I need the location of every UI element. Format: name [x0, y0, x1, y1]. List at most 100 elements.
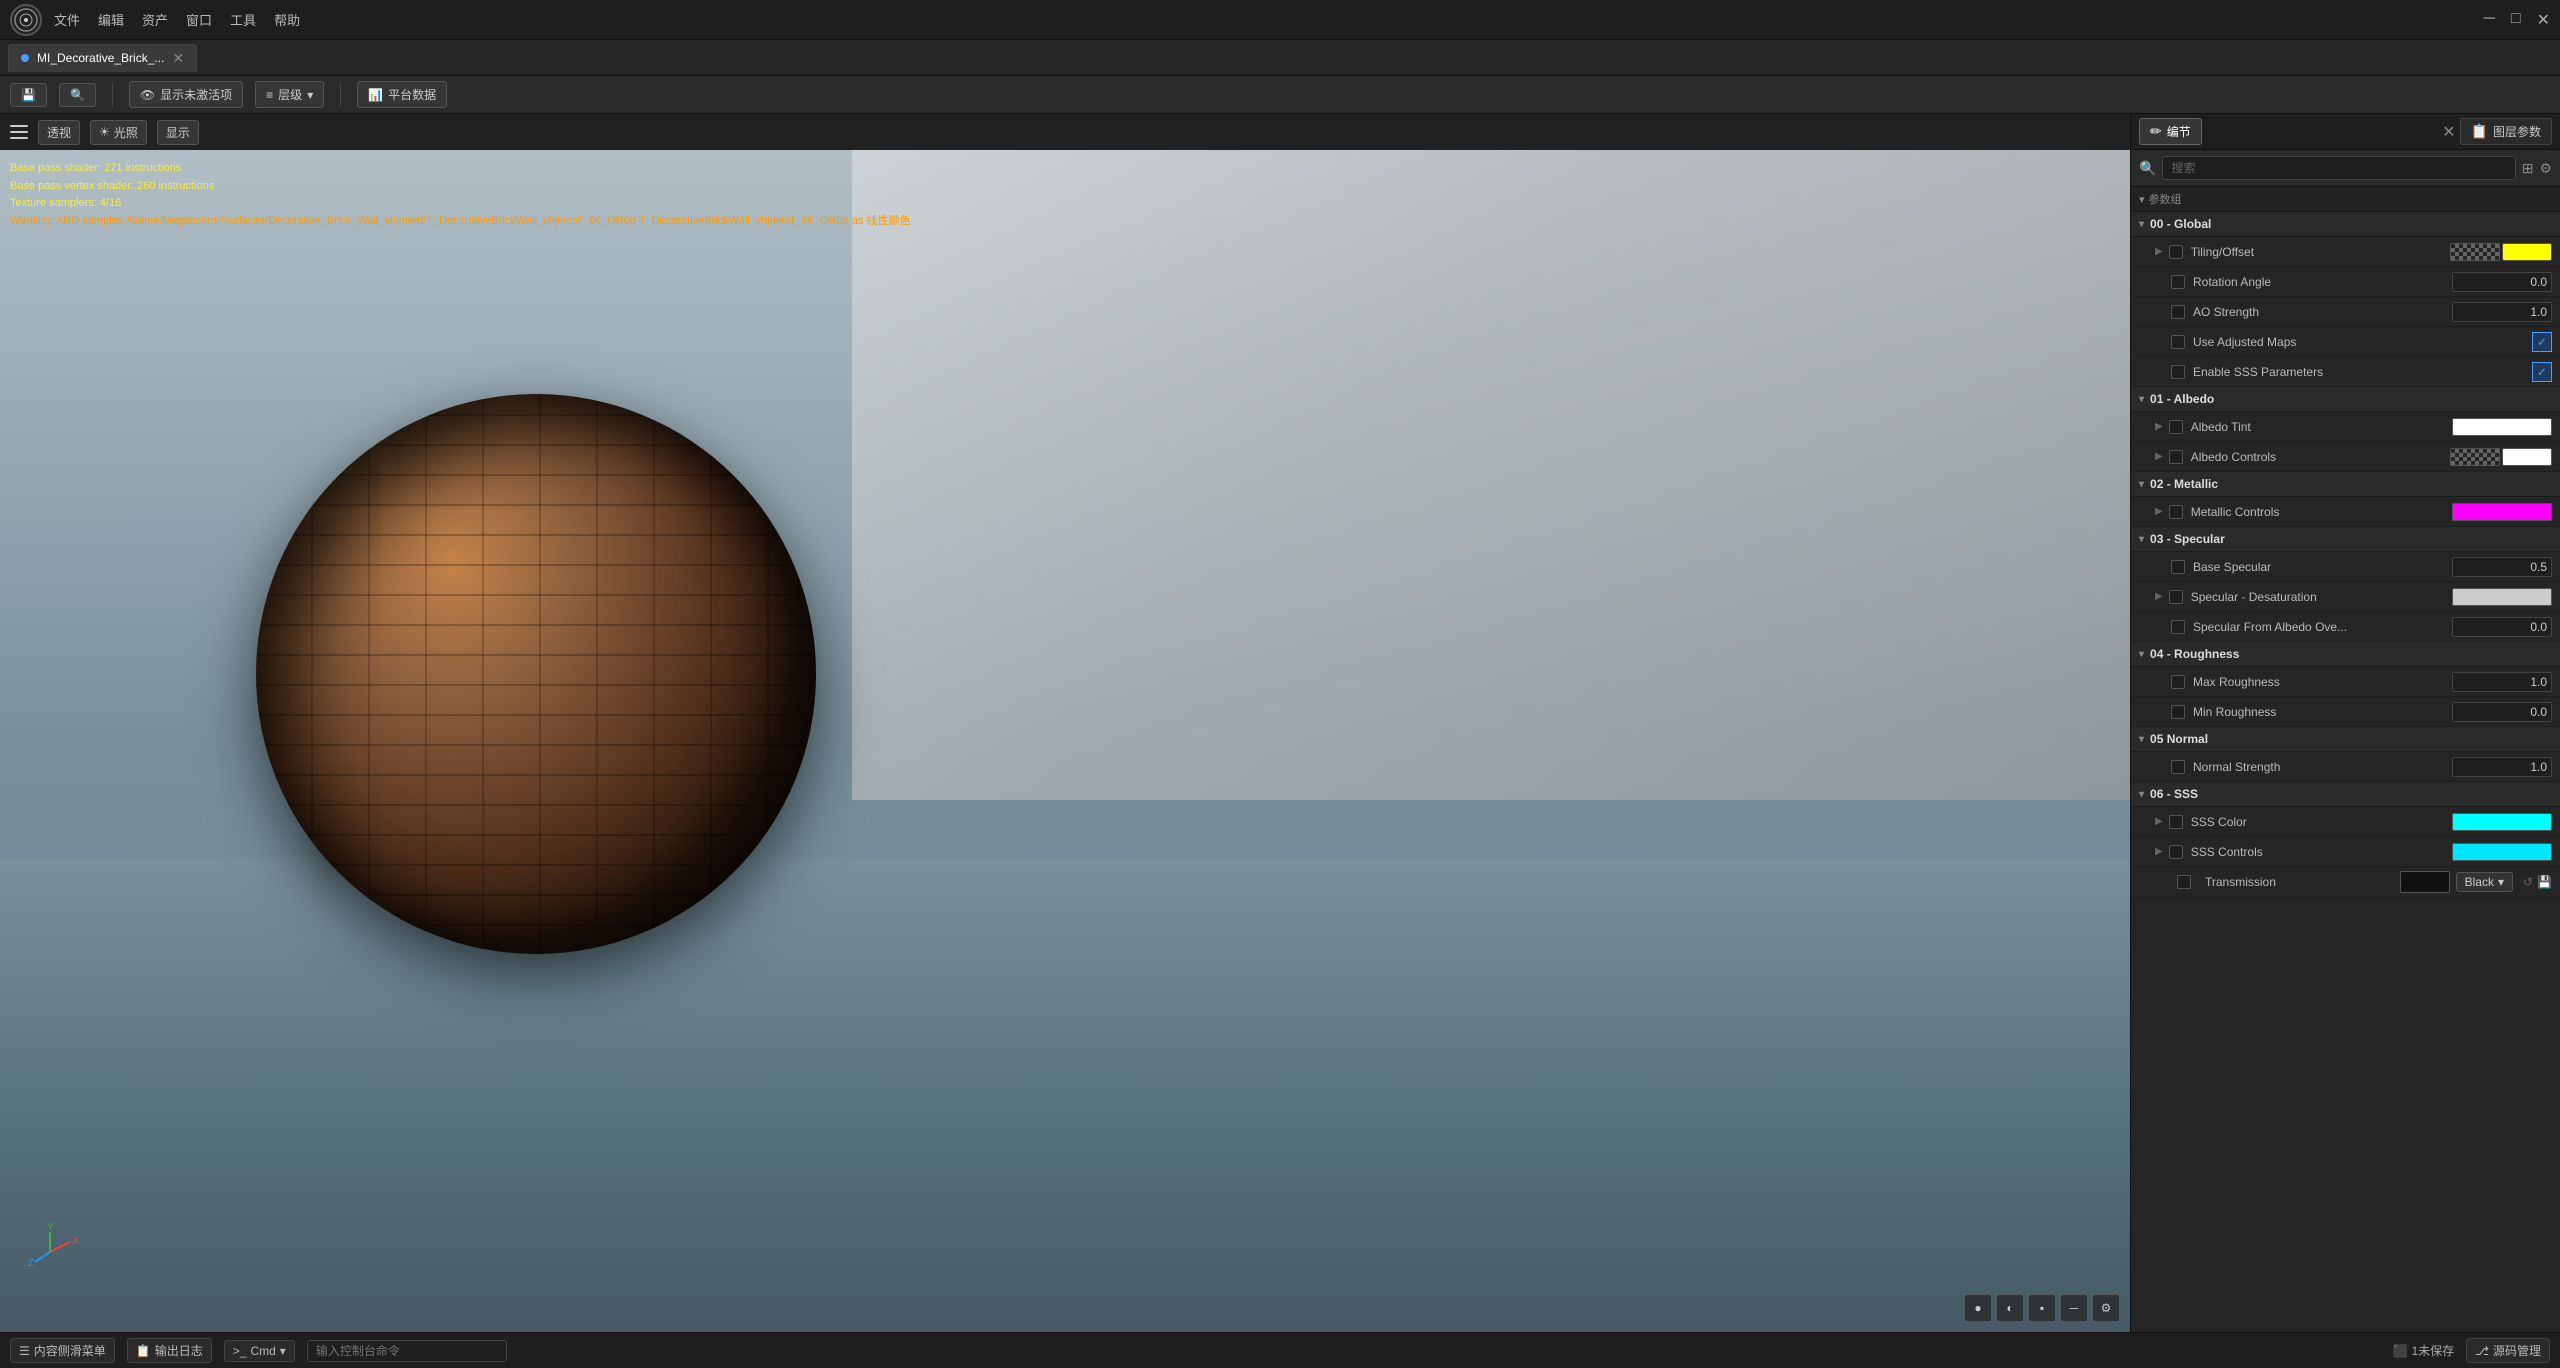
- param-normal-strength-checkbox[interactable]: [2171, 760, 2185, 774]
- group-albedo-label: 01 - Albedo: [2150, 392, 2214, 406]
- param-normal-strength-input[interactable]: 1.0: [2452, 757, 2552, 777]
- tab-layer-params[interactable]: 📋 图层参数: [2460, 118, 2552, 145]
- console-input[interactable]: [307, 1340, 507, 1362]
- param-sss-checkbox[interactable]: [2171, 365, 2185, 379]
- group-normal-arrow: ▾: [2139, 734, 2144, 745]
- find-button[interactable]: 🔍: [59, 83, 96, 107]
- cmd-chevron-icon: ▾: [280, 1344, 286, 1358]
- menu-file[interactable]: 文件: [54, 10, 80, 29]
- param-metallic-controls-swatch[interactable]: [2452, 503, 2552, 521]
- menu-window[interactable]: 窗口: [186, 10, 212, 29]
- group-metallic-header[interactable]: ▾ 02 - Metallic: [2131, 472, 2560, 497]
- param-sss-color-checkbox[interactable]: [2169, 815, 2183, 829]
- menu-edit[interactable]: 编辑: [98, 10, 124, 29]
- param-transmission-name: Transmission: [2205, 875, 2394, 889]
- layer-button[interactable]: ≡ 层级 ▾: [255, 81, 324, 108]
- param-albedo-controls-swatch2[interactable]: [2502, 448, 2552, 466]
- param-tiling-swatch1[interactable]: [2450, 243, 2500, 261]
- group-sss-header[interactable]: ▾ 06 - SSS: [2131, 782, 2560, 807]
- display-inactive-label: 显示未激活项: [160, 86, 232, 103]
- group-global-header[interactable]: ▾ 00 - Global: [2131, 212, 2560, 237]
- param-metallic-controls-expand[interactable]: ▶: [2155, 506, 2163, 517]
- param-sss-color-swatch[interactable]: [2452, 813, 2552, 831]
- param-transmission-reset-icon[interactable]: ↺: [2523, 875, 2533, 889]
- param-tiling-checkbox[interactable]: [2169, 245, 2183, 259]
- active-tab[interactable]: MI_Decorative_Brick_... ✕: [8, 44, 197, 72]
- vp-ctrl-plane[interactable]: ◐: [1996, 1294, 2024, 1322]
- menu-tools[interactable]: 工具: [230, 10, 256, 29]
- output-log-button[interactable]: 📋 输出日志: [127, 1338, 212, 1363]
- param-transmission-preview[interactable]: [2400, 871, 2450, 893]
- close-button[interactable]: ✕: [2537, 10, 2550, 30]
- panel-close-button[interactable]: ✕: [2442, 122, 2455, 142]
- vp-ctrl-camera[interactable]: ─: [2060, 1294, 2088, 1322]
- param-sss-controls-expand[interactable]: ▶: [2155, 846, 2163, 857]
- param-ao-input[interactable]: 1.0: [2452, 302, 2552, 322]
- platform-icon: 📊: [368, 88, 383, 102]
- param-sss-controls-swatch[interactable]: [2452, 843, 2552, 861]
- param-min-roughness-input[interactable]: 0.0: [2452, 702, 2552, 722]
- param-sss-checkmark[interactable]: ✓: [2532, 362, 2552, 382]
- display-button[interactable]: 显示: [157, 120, 199, 145]
- settings-icon[interactable]: ⚙: [2539, 160, 2552, 177]
- svg-text:X: X: [72, 1236, 79, 1247]
- param-specular-desat-checkbox[interactable]: [2169, 590, 2183, 604]
- param-albedo-controls-checkbox[interactable]: [2169, 450, 2183, 464]
- param-specular-override-input[interactable]: 0.0: [2452, 617, 2552, 637]
- tab-editor[interactable]: ✏ 编节: [2139, 118, 2202, 145]
- param-ao-checkbox[interactable]: [2171, 305, 2185, 319]
- grid-view-icon[interactable]: ⊞: [2522, 160, 2534, 177]
- param-max-roughness-checkbox[interactable]: [2171, 675, 2185, 689]
- param-max-roughness-input[interactable]: 1.0: [2452, 672, 2552, 692]
- content-menu-button[interactable]: ☰ 内容侧滑菜单: [10, 1338, 115, 1363]
- lighting-button[interactable]: ☀ 光照: [90, 120, 147, 145]
- param-tiling-expand[interactable]: ▶: [2155, 246, 2163, 257]
- viewport-menu-icon[interactable]: [10, 125, 28, 139]
- group-specular-header[interactable]: ▾ 03 - Specular: [2131, 527, 2560, 552]
- vp-ctrl-cube[interactable]: ▪: [2028, 1294, 2056, 1322]
- perspective-button[interactable]: 透视: [38, 120, 80, 145]
- tab-close-button[interactable]: ✕: [172, 50, 184, 67]
- source-control-button[interactable]: ⎇ 源码管理: [2466, 1338, 2550, 1363]
- param-specular-override-checkbox[interactable]: [2171, 620, 2185, 634]
- param-albedo-controls-expand[interactable]: ▶: [2155, 451, 2163, 462]
- group-normal-header[interactable]: ▾ 05 Normal: [2131, 727, 2560, 752]
- minimize-button[interactable]: ─: [2484, 10, 2495, 30]
- group-albedo-header[interactable]: ▾ 01 - Albedo: [2131, 387, 2560, 412]
- param-albedo-tint-swatch[interactable]: [2452, 418, 2552, 436]
- param-rotation-input[interactable]: 0.0: [2452, 272, 2552, 292]
- param-specular-desat-swatch[interactable]: [2452, 588, 2552, 606]
- param-adjusted-checkmark[interactable]: ✓: [2532, 332, 2552, 352]
- param-transmission-save-icon[interactable]: 💾: [2537, 875, 2552, 889]
- param-albedo-tint-checkbox[interactable]: [2169, 420, 2183, 434]
- param-transmission-checkbox[interactable]: [2177, 875, 2191, 889]
- param-adjusted-checkbox[interactable]: [2171, 335, 2185, 349]
- param-base-specular-checkbox[interactable]: [2171, 560, 2185, 574]
- param-min-roughness-checkbox[interactable]: [2171, 705, 2185, 719]
- param-max-roughness: Max Roughness 1.0: [2131, 667, 2560, 697]
- param-albedo-tint-expand[interactable]: ▶: [2155, 421, 2163, 432]
- vp-ctrl-settings[interactable]: ⚙: [2092, 1294, 2120, 1322]
- save-button[interactable]: 💾: [10, 83, 47, 107]
- viewport[interactable]: 透视 ☀ 光照 显示 Base pass shader: 271 instruc…: [0, 114, 2130, 1332]
- display-inactive-button[interactable]: 👁 显示未激活项: [129, 81, 243, 108]
- platform-data-button[interactable]: 📊 平台数据: [357, 81, 447, 108]
- toolbar: 💾 🔍 👁 显示未激活项 ≡ 层级 ▾ 📊 平台数据: [0, 76, 2560, 114]
- cmd-button[interactable]: >_ Cmd ▾: [224, 1340, 295, 1362]
- menu-help[interactable]: 帮助: [274, 10, 300, 29]
- find-icon: 🔍: [70, 88, 85, 102]
- maximize-button[interactable]: □: [2511, 10, 2521, 30]
- param-tiling-swatch2[interactable]: [2502, 243, 2552, 261]
- group-roughness-header[interactable]: ▾ 04 - Roughness: [2131, 642, 2560, 667]
- vp-ctrl-sphere[interactable]: ●: [1964, 1294, 1992, 1322]
- param-base-specular-input[interactable]: 0.5: [2452, 557, 2552, 577]
- param-specular-desat-expand[interactable]: ▶: [2155, 591, 2163, 602]
- param-sss-controls-checkbox[interactable]: [2169, 845, 2183, 859]
- menu-asset[interactable]: 资产: [142, 10, 168, 29]
- param-metallic-controls-checkbox[interactable]: [2169, 505, 2183, 519]
- param-transmission-dropdown[interactable]: Black ▾: [2456, 872, 2513, 892]
- search-input[interactable]: [2162, 156, 2515, 180]
- param-rotation-checkbox[interactable]: [2171, 275, 2185, 289]
- param-albedo-controls-swatch1[interactable]: [2450, 448, 2500, 466]
- param-sss-color-expand[interactable]: ▶: [2155, 816, 2163, 827]
